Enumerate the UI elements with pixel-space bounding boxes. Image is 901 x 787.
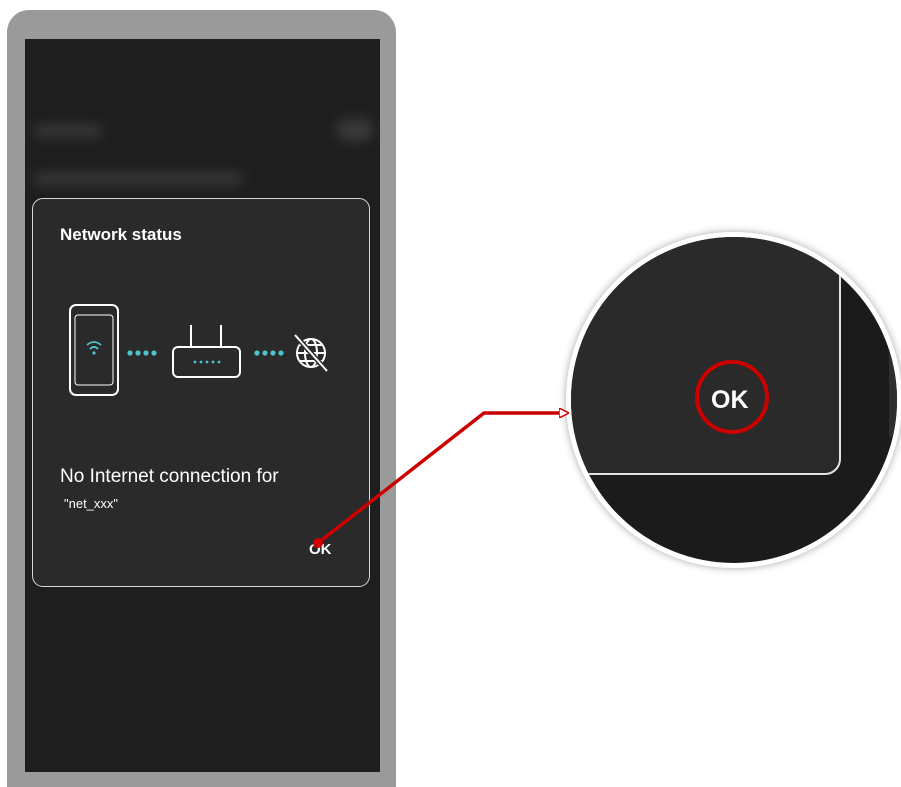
magnifier-callout: OK xyxy=(566,232,901,568)
highlight-ring xyxy=(695,360,769,434)
tutorial-stage: Network status No Internet connection fo… xyxy=(0,0,901,787)
ok-button[interactable]: OK xyxy=(309,541,332,558)
connection-illustration xyxy=(69,304,329,396)
blurred-background-text xyxy=(33,173,243,185)
connection-dots-icon xyxy=(254,350,284,356)
magnified-screen-edge xyxy=(889,237,897,437)
network-status-dialog: Network status No Internet connection fo… xyxy=(32,198,370,587)
blurred-background-toggle xyxy=(337,119,373,141)
blurred-background-text xyxy=(33,125,103,137)
dialog-title: Network status xyxy=(60,225,182,244)
router-icon xyxy=(172,325,241,378)
no-internet-globe-icon xyxy=(293,333,329,373)
smartphone-wifi-icon xyxy=(69,304,119,396)
connection-dots-icon xyxy=(127,350,157,356)
network-ssid: "net_xxx" xyxy=(64,496,119,511)
no-internet-message: No Internet connection for xyxy=(60,466,279,487)
magnified-dialog-corner xyxy=(571,237,841,475)
